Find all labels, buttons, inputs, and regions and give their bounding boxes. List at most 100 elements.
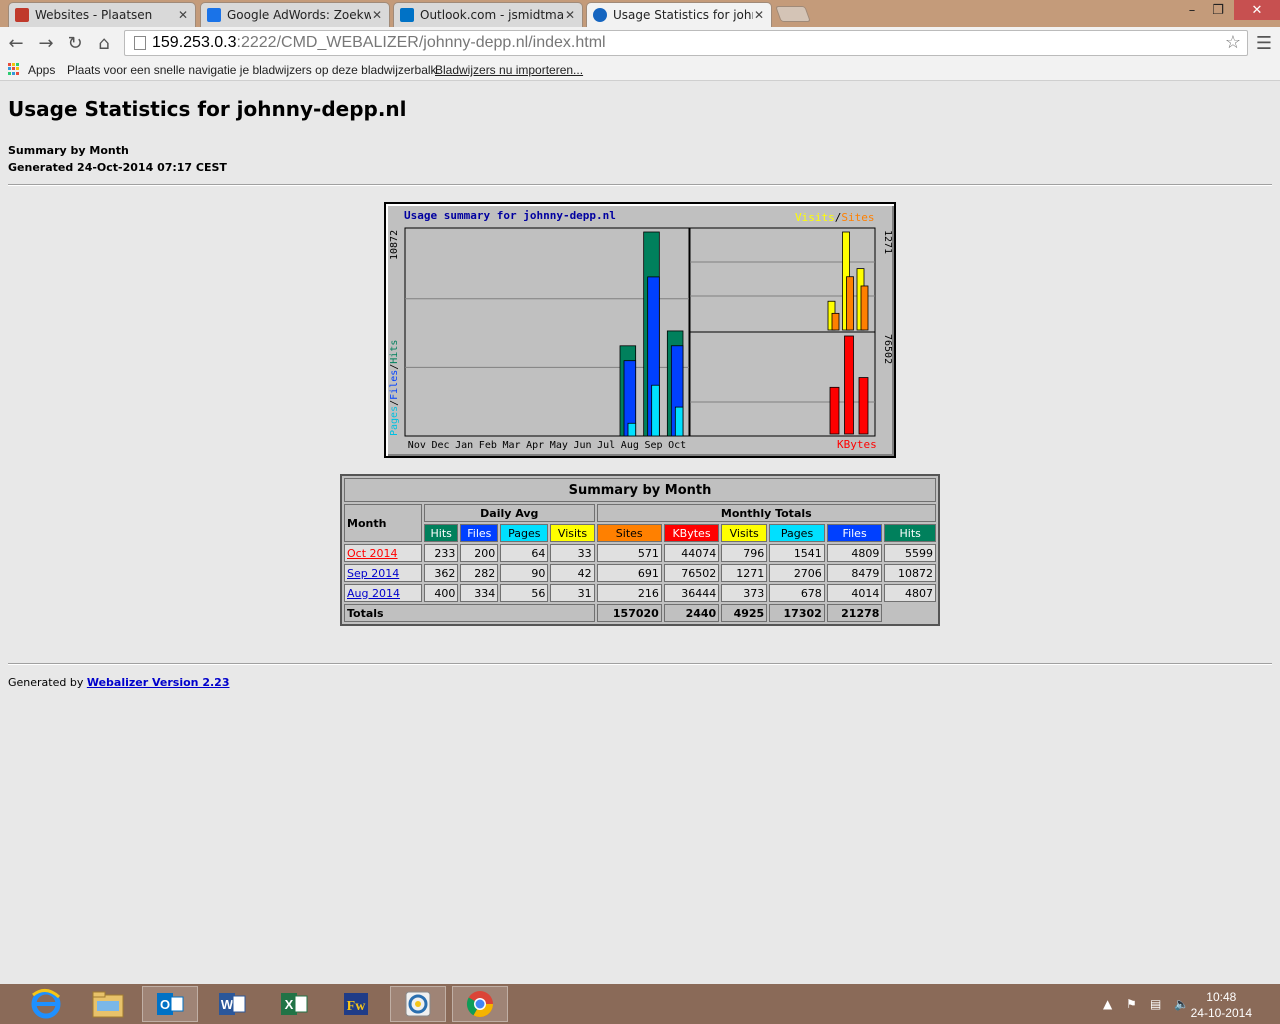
apps-grid-icon[interactable] <box>8 63 20 75</box>
svg-text:X: X <box>285 997 294 1012</box>
table-cell: 4014 <box>826 584 883 602</box>
tab-label: Outlook.com - jsmidtman <box>420 8 564 22</box>
close-icon[interactable]: ✕ <box>177 8 189 22</box>
month-tick-label: Aug <box>621 440 639 451</box>
tab-outlook[interactable]: Outlook.com - jsmidtman ✕ <box>393 2 583 27</box>
excel-icon[interactable]: X <box>266 986 322 1022</box>
footer-prefix: Generated by <box>8 676 87 689</box>
close-icon[interactable]: ✕ <box>564 8 576 22</box>
month-tick-label: Feb <box>479 440 497 451</box>
axis-label-part: Pages <box>389 406 400 436</box>
hits-ymax-label: 10872 <box>389 230 400 260</box>
table-cell: 5599 <box>884 544 936 562</box>
tab-websites[interactable]: Websites - Plaatsen ✕ <box>8 2 196 27</box>
show-hidden-icons-icon[interactable]: ▲ <box>1103 984 1112 1024</box>
column-header-pages-monthly: Pages <box>769 524 825 542</box>
tab-usage-statistics[interactable]: Usage Statistics for johnny ✕ <box>586 2 772 27</box>
bar-kbytes <box>858 377 869 435</box>
column-header-row: Hits Files Pages Visits Sites KBytes Visits Pag… <box>344 524 936 542</box>
table-cell: 571 <box>596 544 662 562</box>
page-content: Usage Statistics for johnny-depp.nl Summ… <box>0 81 1280 984</box>
restore-icon[interactable]: ❐ <box>1206 0 1230 20</box>
month-tick-label: Apr <box>526 440 544 451</box>
totals-row: Totals 157020 2440 4925 17302 21278 <box>344 604 936 622</box>
month-tick-label: Oct <box>668 440 686 451</box>
totals-label: Totals <box>344 604 595 622</box>
month-header: Month <box>344 504 422 542</box>
summary-table: Summary by Month Month Daily Avg Monthly… <box>340 474 940 626</box>
volume-icon[interactable]: 🔈 <box>1174 984 1189 1024</box>
home-icon[interactable]: ⌂ <box>92 31 116 55</box>
month-link[interactable]: Aug 2014 <box>347 587 400 600</box>
tab-adwords[interactable]: Google AdWords: Zoekwo ✕ <box>200 2 390 27</box>
table-cell: 4807 <box>884 584 936 602</box>
forward-icon[interactable]: → <box>34 31 58 55</box>
table-cell: 796 <box>721 544 768 562</box>
total-hits: 21278 <box>826 604 883 622</box>
kbytes-label: KBytes <box>837 438 877 451</box>
column-header-pages-daily: Pages <box>500 524 549 542</box>
axis-label-part: Files <box>389 370 400 400</box>
word-icon[interactable]: W <box>204 986 260 1022</box>
chrome-icon[interactable] <box>452 986 508 1022</box>
clock-time: 10:48 <box>1206 990 1237 1004</box>
internet-explorer-icon[interactable] <box>18 986 74 1022</box>
visits-sites-legend: Visits/Sites <box>795 211 875 224</box>
table-cell: 1271 <box>721 564 768 582</box>
column-header-visits-daily: Visits <box>550 524 595 542</box>
minimize-icon[interactable]: – <box>1180 0 1204 20</box>
table-cell: 56 <box>500 584 549 602</box>
expression-web-icon[interactable]: Fw <box>328 986 384 1022</box>
legend-part: Visits <box>795 211 835 224</box>
bookmark-star-icon[interactable]: ☆ <box>1225 32 1241 53</box>
column-header-hits-monthly: Hits <box>884 524 936 542</box>
month-link[interactable]: Oct 2014 <box>347 547 398 560</box>
webalizer-link[interactable]: Webalizer Version 2.23 <box>87 676 230 689</box>
table-cell: 64 <box>500 544 549 562</box>
back-icon[interactable]: ← <box>4 31 28 55</box>
hits-axis-label: Pages/Files/Hits <box>389 340 400 436</box>
close-icon[interactable]: ✕ <box>371 8 383 22</box>
table-cell: 4809 <box>826 544 883 562</box>
table-cell: 10872 <box>884 564 936 582</box>
table-cell: 33 <box>550 544 595 562</box>
outlook-icon[interactable]: O <box>142 986 198 1022</box>
adwords-favicon-icon <box>207 8 221 22</box>
outlook-favicon-icon <box>400 8 414 22</box>
table-cell: 42 <box>550 564 595 582</box>
taskbar-clock[interactable]: 10:48 24-10-2014 <box>1191 989 1252 1021</box>
table-cell: 400 <box>424 584 459 602</box>
month-link[interactable]: Sep 2014 <box>347 567 399 580</box>
close-icon[interactable]: ✕ <box>753 8 765 22</box>
table-cell: 678 <box>769 584 825 602</box>
month-tick-label: Jun <box>573 440 591 451</box>
address-bar[interactable]: 159.253.0.3:2222/CMD_WEBALIZER/johnny-de… <box>124 30 1248 56</box>
usage-summary-chart: Usage summary for johnny-depp.nl 10872 Pag… <box>384 202 896 458</box>
table-cell: 2706 <box>769 564 825 582</box>
table-cell: 233 <box>424 544 459 562</box>
menu-icon[interactable]: ☰ <box>1252 31 1276 55</box>
month-tick-label: May <box>550 440 568 451</box>
apps-link[interactable]: Apps <box>28 63 55 77</box>
action-center-flag-icon[interactable]: ⚑ <box>1126 984 1137 1024</box>
month-tick-label: Nov <box>408 440 426 451</box>
axis-label-part: Hits <box>389 340 400 364</box>
reload-icon[interactable]: ↻ <box>63 31 87 55</box>
app-icon[interactable] <box>390 986 446 1022</box>
bookmarks-bar: Apps Plaats voor een snelle navigatie je… <box>0 59 1280 81</box>
import-bookmarks-link[interactable]: Bladwijzers nu importeren... <box>435 63 583 77</box>
svg-text:W: W <box>221 997 234 1012</box>
table-cell: 373 <box>721 584 768 602</box>
chart-canvas: Usage summary for johnny-depp.nl 10872 Pag… <box>389 209 893 451</box>
column-header-files-daily: Files <box>460 524 499 542</box>
svg-text:O: O <box>160 997 170 1012</box>
file-explorer-icon[interactable] <box>80 986 136 1022</box>
table-cell: 90 <box>500 564 549 582</box>
browser-toolbar: ← → ↻ ⌂ 159.253.0.3:2222/CMD_WEBALIZER/j… <box>0 27 1280 59</box>
table-cell: 691 <box>596 564 662 582</box>
network-icon[interactable]: ▤ <box>1150 984 1161 1024</box>
close-window-icon[interactable]: ✕ <box>1234 0 1280 20</box>
new-tab-button[interactable] <box>775 6 811 22</box>
bar-pages <box>627 422 637 437</box>
total-files: 17302 <box>769 604 825 622</box>
